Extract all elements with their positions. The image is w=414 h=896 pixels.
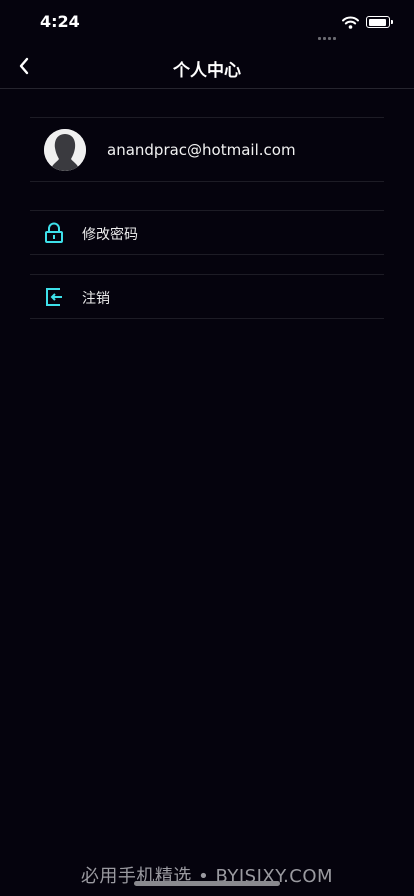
avatar-silhouette-icon bbox=[44, 129, 86, 171]
page-title: 个人中心 bbox=[173, 61, 241, 81]
menu-item-label: 注销 bbox=[82, 291, 110, 307]
user-email: anandprac@hotmail.com bbox=[107, 141, 296, 159]
signal-icon bbox=[318, 25, 338, 44]
home-indicator[interactable] bbox=[134, 881, 280, 886]
menu-item-change-password[interactable]: 修改密码 bbox=[30, 210, 384, 255]
status-time: 4:24 bbox=[40, 12, 80, 31]
avatar[interactable] bbox=[44, 129, 86, 171]
profile-row[interactable]: anandprac@hotmail.com bbox=[30, 117, 384, 182]
nav-bar: 个人中心 bbox=[0, 44, 414, 89]
logout-icon bbox=[44, 286, 64, 308]
lock-icon bbox=[44, 222, 64, 244]
status-bar: 4:24 bbox=[0, 0, 414, 44]
menu-item-logout[interactable]: 注销 bbox=[30, 274, 384, 319]
battery-icon bbox=[366, 16, 393, 28]
wifi-icon bbox=[342, 14, 359, 33]
menu-item-label: 修改密码 bbox=[82, 227, 138, 243]
